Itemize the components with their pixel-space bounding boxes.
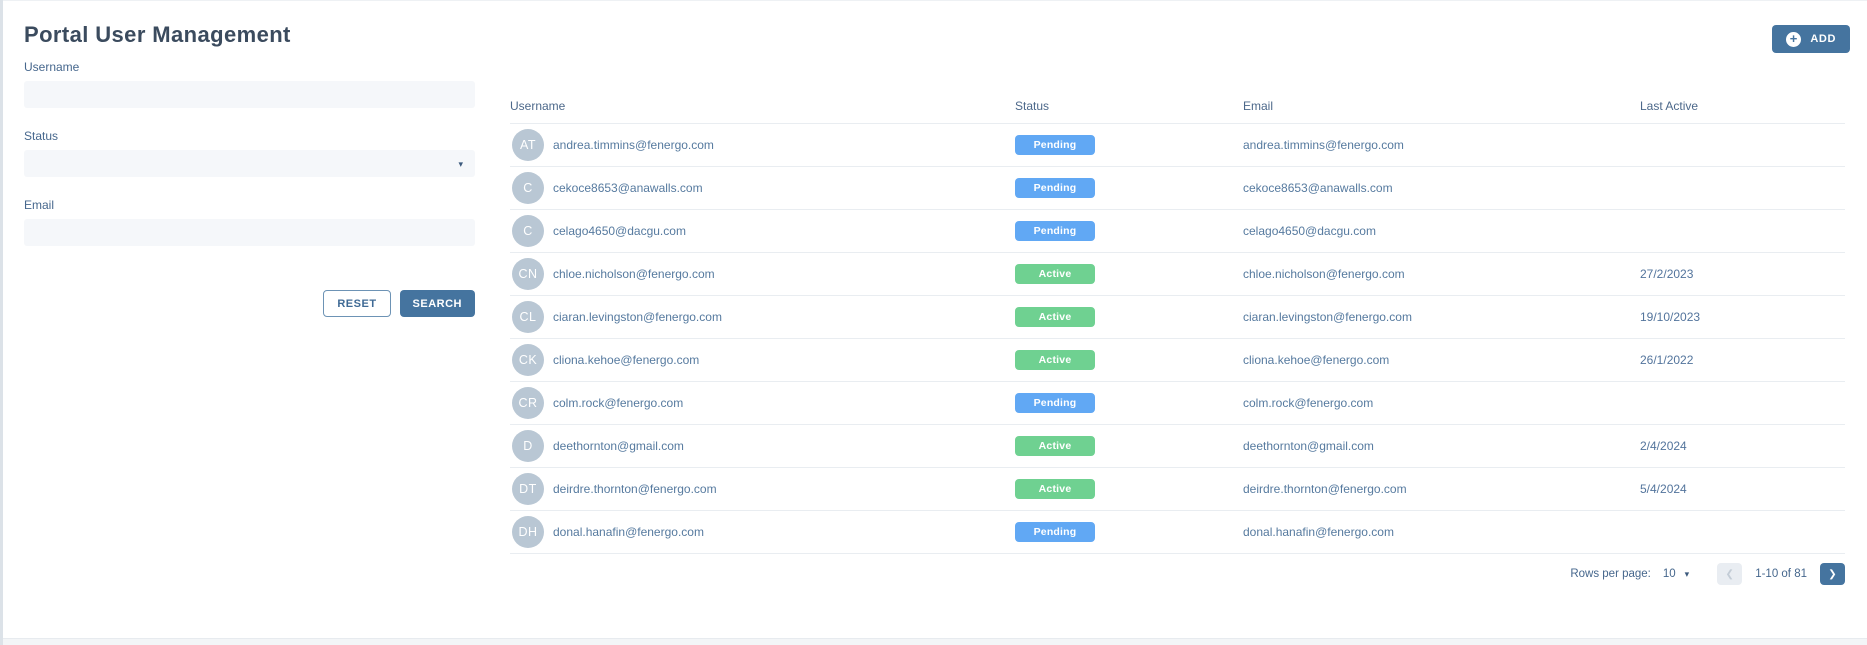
email-field[interactable] (24, 219, 475, 246)
row-email: donal.hanafin@fenergo.com (1243, 525, 1640, 539)
row-email: cliona.kehoe@fenergo.com (1243, 353, 1640, 367)
row-last-active: 5/4/2024 (1640, 482, 1845, 496)
table-body: AT andrea.timmins@fenergo.com Pending an… (510, 124, 1845, 554)
chevron-left-icon: ❮ (1726, 569, 1734, 580)
top-edge-divider (3, 0, 1867, 1)
left-edge-divider (0, 0, 3, 645)
rows-per-page-select[interactable]: 10 ▾ (1663, 568, 1689, 580)
table-row[interactable]: C celago4650@dacgu.com Pending celago465… (510, 210, 1845, 253)
column-header-status: Status (1015, 99, 1243, 113)
filter-panel: Username Status ▾ Email RESET SEARCH (24, 60, 475, 317)
row-username: cliona.kehoe@fenergo.com (553, 353, 699, 367)
row-email: chloe.nicholson@fenergo.com (1243, 267, 1640, 281)
table-header-row: Username Status Email Last Active (510, 88, 1845, 124)
status-badge: Pending (1015, 221, 1095, 241)
row-email: deethornton@gmail.com (1243, 439, 1640, 453)
table-row[interactable]: CL ciaran.levingston@fenergo.com Active … (510, 296, 1845, 339)
username-label: Username (24, 60, 475, 74)
avatar: CL (512, 301, 544, 333)
table-row[interactable]: D deethornton@gmail.com Active deethornt… (510, 425, 1845, 468)
row-username: andrea.timmins@fenergo.com (553, 138, 714, 152)
table-row[interactable]: DT deirdre.thornton@fenergo.com Active d… (510, 468, 1845, 511)
row-email: ciaran.levingston@fenergo.com (1243, 310, 1640, 324)
row-email: cekoce8653@anawalls.com (1243, 181, 1640, 195)
column-header-last-active: Last Active (1640, 99, 1845, 113)
column-header-username: Username (510, 99, 1015, 113)
status-badge: Active (1015, 307, 1095, 327)
status-badge: Active (1015, 479, 1095, 499)
avatar: C (512, 172, 544, 204)
avatar: AT (512, 129, 544, 161)
column-header-email: Email (1243, 99, 1640, 113)
pagination-range: 1-10 of 81 (1755, 568, 1807, 580)
avatar: C (512, 215, 544, 247)
page-title: Portal User Management (24, 22, 291, 48)
row-email: andrea.timmins@fenergo.com (1243, 138, 1640, 152)
status-badge: Pending (1015, 178, 1095, 198)
avatar: D (512, 430, 544, 462)
row-email: celago4650@dacgu.com (1243, 224, 1640, 238)
avatar: DT (512, 473, 544, 505)
table-row[interactable]: AT andrea.timmins@fenergo.com Pending an… (510, 124, 1845, 167)
bottom-edge-divider (3, 638, 1867, 645)
row-username: celago4650@dacgu.com (553, 224, 686, 238)
pagination-bar: Rows per page: 10 ▾ ❮ 1-10 of 81 ❯ (510, 563, 1845, 585)
row-username: cekoce8653@anawalls.com (553, 181, 703, 195)
rows-per-page-value: 10 (1663, 568, 1676, 580)
dropdown-caret-icon: ▾ (1685, 569, 1690, 580)
avatar: DH (512, 516, 544, 548)
row-last-active: 2/4/2024 (1640, 439, 1845, 453)
search-button[interactable]: SEARCH (400, 290, 475, 317)
username-input[interactable] (24, 81, 475, 108)
status-badge: Pending (1015, 135, 1095, 155)
avatar: CR (512, 387, 544, 419)
status-badge: Pending (1015, 393, 1095, 413)
status-badge: Active (1015, 350, 1095, 370)
status-select[interactable] (24, 150, 475, 177)
row-last-active: 26/1/2022 (1640, 353, 1845, 367)
reset-button[interactable]: RESET (323, 290, 390, 317)
status-badge: Pending (1015, 522, 1095, 542)
row-username: donal.hanafin@fenergo.com (553, 525, 704, 539)
avatar: CK (512, 344, 544, 376)
row-email: colm.rock@fenergo.com (1243, 396, 1640, 410)
row-username: deethornton@gmail.com (553, 439, 684, 453)
table-row[interactable]: DH donal.hanafin@fenergo.com Pending don… (510, 511, 1845, 554)
row-username: deirdre.thornton@fenergo.com (553, 482, 717, 496)
status-badge: Active (1015, 436, 1095, 456)
row-last-active: 19/10/2023 (1640, 310, 1845, 324)
row-username: ciaran.levingston@fenergo.com (553, 310, 722, 324)
plus-circle-icon: + (1786, 32, 1801, 47)
previous-page-button: ❮ (1717, 563, 1742, 585)
row-last-active: 27/2/2023 (1640, 267, 1845, 281)
row-email: deirdre.thornton@fenergo.com (1243, 482, 1640, 496)
table-row[interactable]: CR colm.rock@fenergo.com Pending colm.ro… (510, 382, 1845, 425)
row-username: colm.rock@fenergo.com (553, 396, 683, 410)
add-button-label: ADD (1810, 33, 1836, 45)
chevron-right-icon: ❯ (1828, 569, 1836, 580)
row-username: chloe.nicholson@fenergo.com (553, 267, 715, 281)
add-button[interactable]: + ADD (1772, 25, 1850, 53)
table-row[interactable]: CK cliona.kehoe@fenergo.com Active clion… (510, 339, 1845, 382)
next-page-button[interactable]: ❯ (1820, 563, 1845, 585)
table-row[interactable]: CN chloe.nicholson@fenergo.com Active ch… (510, 253, 1845, 296)
status-label: Status (24, 129, 475, 143)
rows-per-page-label: Rows per page: (1570, 568, 1651, 580)
status-badge: Active (1015, 264, 1095, 284)
table-row[interactable]: C cekoce8653@anawalls.com Pending cekoce… (510, 167, 1845, 210)
avatar: CN (512, 258, 544, 290)
email-label: Email (24, 198, 475, 212)
user-table: Username Status Email Last Active AT and… (510, 88, 1845, 585)
